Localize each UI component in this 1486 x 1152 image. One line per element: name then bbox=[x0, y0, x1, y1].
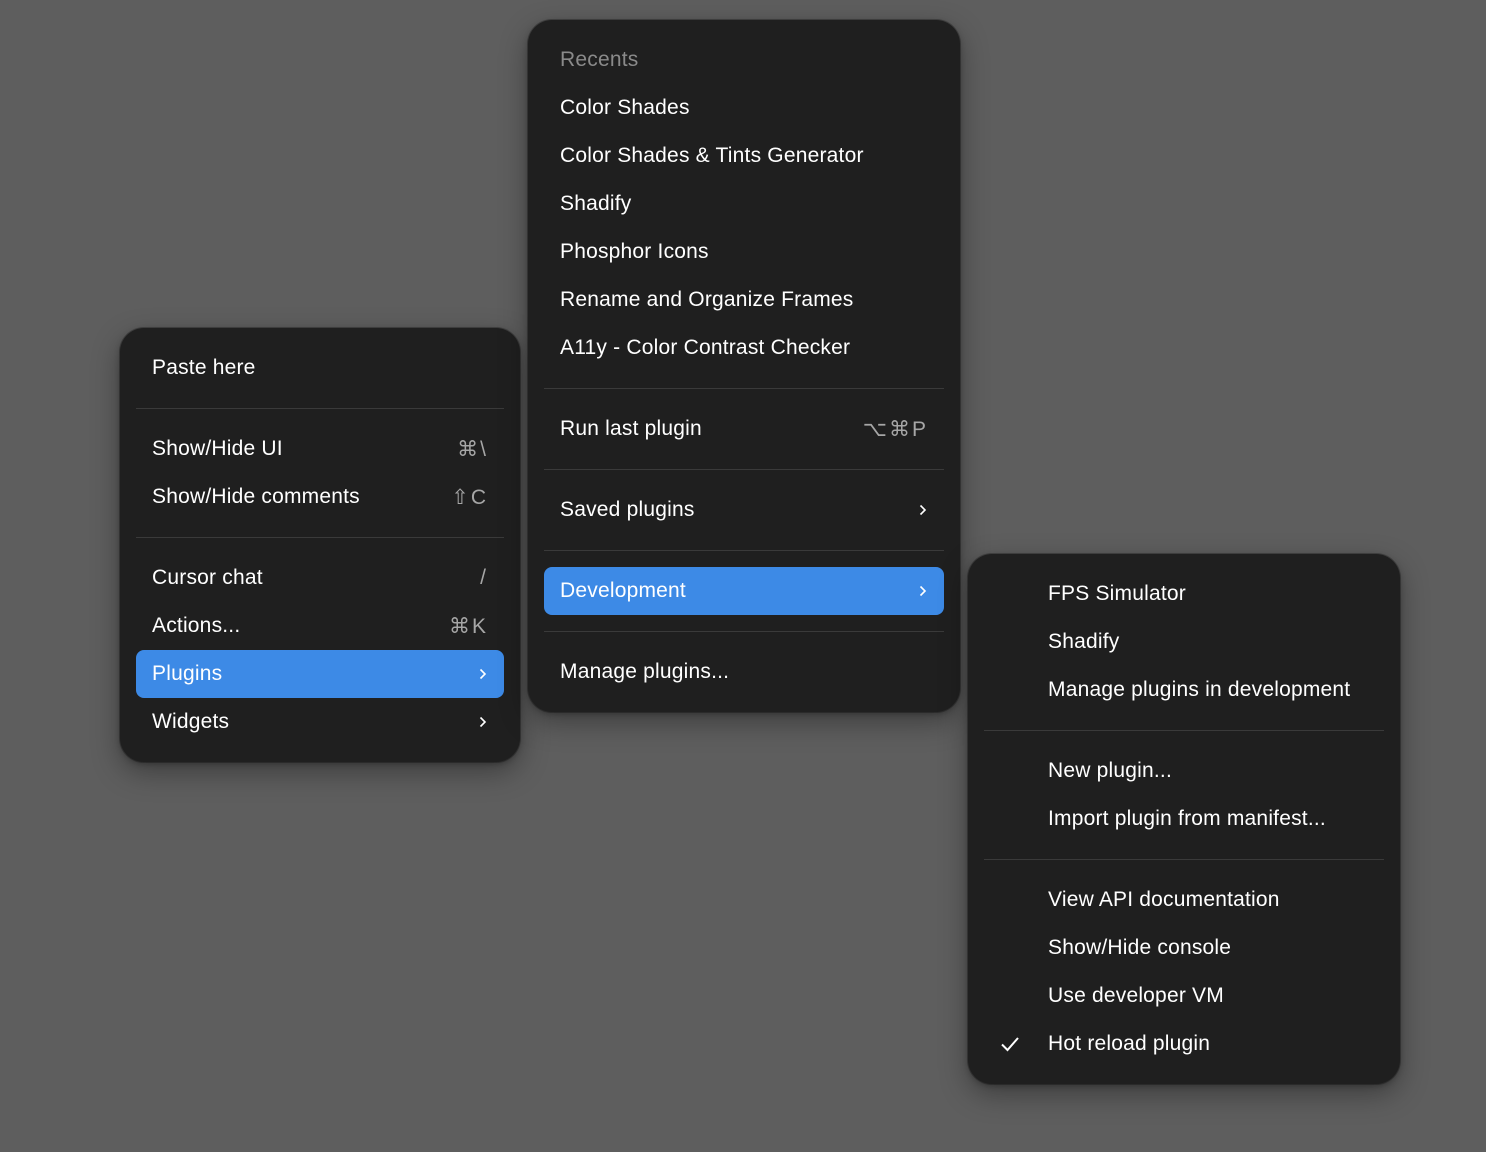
menu-item-label: Paste here bbox=[152, 356, 256, 379]
chevron-right-icon bbox=[918, 584, 928, 598]
dev-item-show-hide-console[interactable]: Show/Hide console bbox=[984, 924, 1384, 972]
shortcut-hint: / bbox=[480, 566, 488, 589]
menu-separator bbox=[544, 469, 944, 470]
menu-item-show-hide-comments[interactable]: Show/Hide comments ⇧C bbox=[136, 473, 504, 521]
chevron-right-icon bbox=[918, 503, 928, 517]
plugins-submenu: Recents Color Shades Color Shades & Tint… bbox=[528, 20, 960, 712]
recent-plugin-item[interactable]: Shadify bbox=[544, 180, 944, 228]
menu-item-label: FPS Simulator bbox=[1048, 582, 1186, 605]
recent-plugin-item[interactable]: Color Shades bbox=[544, 84, 944, 132]
shortcut-hint: ⌘\ bbox=[457, 437, 488, 461]
recents-header: Recents bbox=[544, 36, 944, 84]
dev-item-view-api-docs[interactable]: View API documentation bbox=[984, 876, 1384, 924]
dev-item-fps-simulator[interactable]: FPS Simulator bbox=[984, 570, 1384, 618]
dev-item-import-manifest[interactable]: Import plugin from manifest... bbox=[984, 795, 1384, 843]
menu-item-development[interactable]: Development bbox=[544, 567, 944, 615]
checkmark-icon bbox=[1000, 1036, 1048, 1052]
menu-item-label: Actions... bbox=[152, 614, 241, 637]
menu-separator bbox=[136, 408, 504, 409]
development-submenu: FPS Simulator Shadify Manage plugins in … bbox=[968, 554, 1400, 1084]
menu-separator bbox=[544, 631, 944, 632]
menu-separator bbox=[984, 730, 1384, 731]
shortcut-hint: ⌥⌘P bbox=[862, 417, 928, 441]
menu-item-label: Phosphor Icons bbox=[560, 240, 709, 263]
shortcut-hint: ⇧C bbox=[451, 485, 488, 509]
recent-plugin-item[interactable]: Color Shades & Tints Generator bbox=[544, 132, 944, 180]
menu-item-label: Import plugin from manifest... bbox=[1048, 807, 1326, 830]
menu-item-label: Color Shades bbox=[560, 96, 690, 119]
menu-separator bbox=[544, 550, 944, 551]
menu-item-label: Show/Hide comments bbox=[152, 485, 360, 508]
menu-separator bbox=[544, 388, 944, 389]
menu-item-show-hide-ui[interactable]: Show/Hide UI ⌘\ bbox=[136, 425, 504, 473]
menu-item-label: Show/Hide console bbox=[1048, 936, 1232, 959]
menu-item-label: Saved plugins bbox=[560, 498, 695, 521]
menu-item-label: View API documentation bbox=[1048, 888, 1280, 911]
context-menu: Paste here Show/Hide UI ⌘\ Show/Hide com… bbox=[120, 328, 520, 762]
chevron-right-icon bbox=[478, 667, 488, 681]
menu-item-label: Shadify bbox=[560, 192, 632, 215]
chevron-right-icon bbox=[478, 715, 488, 729]
menu-item-manage-plugins[interactable]: Manage plugins... bbox=[544, 648, 944, 696]
recent-plugin-item[interactable]: A11y - Color Contrast Checker bbox=[544, 324, 944, 372]
menu-item-actions[interactable]: Actions... ⌘K bbox=[136, 602, 504, 650]
section-header-label: Recents bbox=[560, 48, 639, 71]
menu-item-label: Hot reload plugin bbox=[1048, 1032, 1211, 1055]
dev-item-manage-in-development[interactable]: Manage plugins in development bbox=[984, 666, 1384, 714]
recent-plugin-item[interactable]: Phosphor Icons bbox=[544, 228, 944, 276]
recent-plugin-item[interactable]: Rename and Organize Frames bbox=[544, 276, 944, 324]
menu-item-saved-plugins[interactable]: Saved plugins bbox=[544, 486, 944, 534]
menu-item-label: Widgets bbox=[152, 710, 230, 733]
dev-item-use-developer-vm[interactable]: Use developer VM bbox=[984, 972, 1384, 1020]
menu-item-label: Plugins bbox=[152, 662, 223, 685]
menu-item-label: Cursor chat bbox=[152, 566, 263, 589]
menu-item-label: Rename and Organize Frames bbox=[560, 288, 854, 311]
menu-item-label: Run last plugin bbox=[560, 417, 702, 440]
menu-separator bbox=[136, 537, 504, 538]
menu-item-label: Shadify bbox=[1048, 630, 1120, 653]
menu-item-plugins[interactable]: Plugins bbox=[136, 650, 504, 698]
menu-item-label: Manage plugins in development bbox=[1048, 678, 1351, 701]
menu-item-paste-here[interactable]: Paste here bbox=[136, 344, 504, 392]
menu-item-widgets[interactable]: Widgets bbox=[136, 698, 504, 746]
menu-item-label: Show/Hide UI bbox=[152, 437, 283, 460]
menu-item-run-last-plugin[interactable]: Run last plugin ⌥⌘P bbox=[544, 405, 944, 453]
menu-item-label: Manage plugins... bbox=[560, 660, 730, 683]
dev-item-shadify[interactable]: Shadify bbox=[984, 618, 1384, 666]
menu-item-label: A11y - Color Contrast Checker bbox=[560, 336, 851, 359]
menu-item-label: Color Shades & Tints Generator bbox=[560, 144, 864, 167]
menu-separator bbox=[984, 859, 1384, 860]
menu-item-label: Development bbox=[560, 579, 686, 602]
menu-item-label: New plugin... bbox=[1048, 759, 1172, 782]
shortcut-hint: ⌘K bbox=[448, 614, 488, 638]
dev-item-hot-reload-plugin[interactable]: Hot reload plugin bbox=[984, 1020, 1384, 1068]
menu-item-label: Use developer VM bbox=[1048, 984, 1224, 1007]
dev-item-new-plugin[interactable]: New plugin... bbox=[984, 747, 1384, 795]
menu-item-cursor-chat[interactable]: Cursor chat / bbox=[136, 554, 504, 602]
